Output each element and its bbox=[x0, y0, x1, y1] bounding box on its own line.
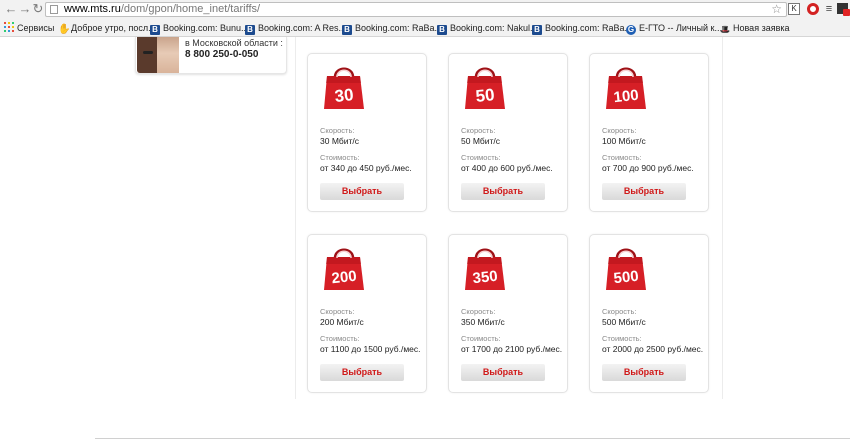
reload-icon[interactable]: ↻ bbox=[31, 2, 45, 16]
speed-label: Скорость: bbox=[320, 307, 355, 316]
hat-icon: 🎩 bbox=[720, 25, 730, 34]
price-label: Стоимость: bbox=[320, 153, 360, 162]
select-tariff-button[interactable]: Выбрать bbox=[602, 183, 686, 200]
contact-region: в Московской области : bbox=[185, 38, 283, 48]
shopping-bag-icon: 200 bbox=[324, 248, 364, 290]
bookmark-booking-2[interactable]: B Booking.com: A Res... bbox=[245, 22, 347, 35]
speed-value: 350 Мбит/с bbox=[461, 317, 505, 327]
bookmark-label: Booking.com: Bunu... bbox=[163, 23, 249, 33]
bookmark-gto[interactable]: G Е-ГТО -- Личный к... bbox=[626, 22, 722, 35]
shopping-bag-icon: 350 bbox=[465, 248, 505, 290]
bookmark-label: Новая заявка bbox=[733, 23, 790, 33]
notification-extension-icon[interactable] bbox=[837, 3, 850, 16]
bag-number: 50 bbox=[475, 85, 496, 106]
tariff-card: 500 Скорость: 500 Мбит/с Стоимость: от 2… bbox=[589, 234, 709, 393]
bookmark-label: Booking.com: Nakul... bbox=[450, 23, 538, 33]
url-path: /dom/gpon/home_inet/tariffs/ bbox=[120, 3, 261, 15]
price-value: от 2000 до 2500 руб./мес. bbox=[602, 344, 704, 354]
select-tariff-button[interactable]: Выбрать bbox=[320, 364, 404, 381]
forward-arrow-icon[interactable]: → bbox=[18, 2, 32, 16]
speed-label: Скорость: bbox=[602, 307, 637, 316]
operator-avatar bbox=[137, 37, 179, 73]
bookmark-good-morning[interactable]: ✋Доброе утро, посл... bbox=[58, 22, 156, 35]
price-value: от 1100 до 1500 руб./мес. bbox=[320, 344, 421, 354]
tariff-card: 100 Скорость: 100 Мбит/с Стоимость: от 7… bbox=[589, 53, 709, 212]
select-tariff-button[interactable]: Выбрать bbox=[602, 364, 686, 381]
bookmark-label: Booking.com: A Res... bbox=[258, 23, 347, 33]
bookmark-label: Сервисы bbox=[17, 23, 55, 33]
contact-phone[interactable]: 8 800 250-0-050 bbox=[185, 49, 258, 60]
price-value: от 400 до 600 руб./мес. bbox=[461, 163, 553, 173]
bookmark-star-icon[interactable]: ☆ bbox=[771, 2, 782, 16]
k-extension-icon[interactable]: K bbox=[788, 3, 800, 15]
shopping-bag-icon: 30 bbox=[324, 67, 364, 109]
speed-label: Скорость: bbox=[320, 126, 355, 135]
booking-icon: B bbox=[437, 25, 447, 35]
menu-lines-icon[interactable]: ≡ bbox=[823, 3, 835, 15]
price-label: Стоимость: bbox=[602, 334, 642, 343]
page-icon bbox=[50, 5, 58, 14]
booking-icon: B bbox=[342, 25, 352, 35]
bookmark-new-request[interactable]: 🎩 Новая заявка bbox=[720, 22, 790, 34]
price-value: от 1700 до 2100 руб./мес. bbox=[461, 344, 563, 354]
bookmark-services[interactable]: Сервисы bbox=[4, 22, 54, 34]
price-value: от 340 до 450 руб./мес. bbox=[320, 163, 412, 173]
bookmark-booking-1[interactable]: B Booking.com: Bunu... bbox=[150, 22, 249, 35]
tariff-card: 50 Скорость: 50 Мбит/с Стоимость: от 400… bbox=[448, 53, 568, 212]
gto-icon: G bbox=[626, 25, 636, 35]
url-host: www.mts.ru bbox=[64, 3, 121, 15]
bookmark-label: Доброе утро, посл... bbox=[71, 23, 156, 33]
booking-icon: B bbox=[245, 25, 255, 35]
bag-number: 100 bbox=[613, 87, 640, 107]
bookmarks-bar: Сервисы ✋Доброе утро, посл... B Booking.c… bbox=[0, 20, 850, 37]
bookmark-booking-5[interactable]: B Booking.com: RaBa... bbox=[532, 22, 633, 35]
speed-value: 200 Мбит/с bbox=[320, 317, 364, 327]
bookmark-booking-4[interactable]: B Booking.com: Nakul... bbox=[437, 22, 538, 35]
bookmark-label: Booking.com: RaBa... bbox=[355, 23, 443, 33]
speed-label: Скорость: bbox=[602, 126, 637, 135]
contact-box: в Московской области : 8 800 250-0-050 bbox=[135, 37, 287, 74]
opera-extension-icon[interactable] bbox=[807, 3, 819, 15]
speed-value: 500 Мбит/с bbox=[602, 317, 646, 327]
bookmark-booking-3[interactable]: B Booking.com: RaBa... bbox=[342, 22, 443, 35]
bag-number: 200 bbox=[331, 268, 358, 288]
hand-icon: ✋ bbox=[58, 24, 71, 35]
speed-value: 100 Мбит/с bbox=[602, 136, 646, 146]
speed-value: 50 Мбит/с bbox=[461, 136, 501, 146]
address-bar[interactable]: www.mts.ru/dom/gpon/home_inet/tariffs/ ☆ bbox=[45, 2, 787, 17]
select-tariff-button[interactable]: Выбрать bbox=[461, 183, 545, 200]
price-label: Стоимость: bbox=[461, 334, 501, 343]
bookmark-label: Booking.com: RaBa... bbox=[545, 23, 633, 33]
speed-label: Скорость: bbox=[461, 307, 496, 316]
tariff-card: 350 Скорость: 350 Мбит/с Стоимость: от 1… bbox=[448, 234, 568, 393]
browser-toolbar: ← → ↻ www.mts.ru/dom/gpon/home_inet/tari… bbox=[0, 0, 850, 20]
price-value: от 700 до 900 руб./мес. bbox=[602, 163, 694, 173]
booking-icon: B bbox=[150, 25, 160, 35]
bag-number: 350 bbox=[472, 268, 499, 288]
price-label: Стоимость: bbox=[461, 153, 501, 162]
price-label: Стоимость: bbox=[602, 153, 642, 162]
bag-number: 500 bbox=[613, 268, 640, 288]
select-tariff-button[interactable]: Выбрать bbox=[320, 183, 404, 200]
bag-number: 30 bbox=[334, 85, 355, 106]
speed-label: Скорость: bbox=[461, 126, 496, 135]
select-tariff-button[interactable]: Выбрать bbox=[461, 364, 545, 381]
tariff-card: 30 Скорость: 30 Мбит/с Стоимость: от 340… bbox=[307, 53, 427, 212]
tariff-card: 200 Скорость: 200 Мбит/с Стоимость: от 1… bbox=[307, 234, 427, 393]
booking-icon: B bbox=[532, 25, 542, 35]
shopping-bag-icon: 100 bbox=[606, 67, 646, 109]
shopping-bag-icon: 50 bbox=[465, 67, 505, 109]
address-url[interactable]: www.mts.ru/dom/gpon/home_inet/tariffs/ bbox=[64, 3, 260, 16]
speed-value: 30 Мбит/с bbox=[320, 136, 360, 146]
price-label: Стоимость: bbox=[320, 334, 360, 343]
divider bbox=[95, 438, 850, 439]
apps-icon bbox=[4, 22, 14, 32]
back-arrow-icon[interactable]: ← bbox=[4, 2, 18, 16]
bookmark-label: Е-ГТО -- Личный к... bbox=[639, 23, 722, 33]
shopping-bag-icon: 500 bbox=[606, 248, 646, 290]
